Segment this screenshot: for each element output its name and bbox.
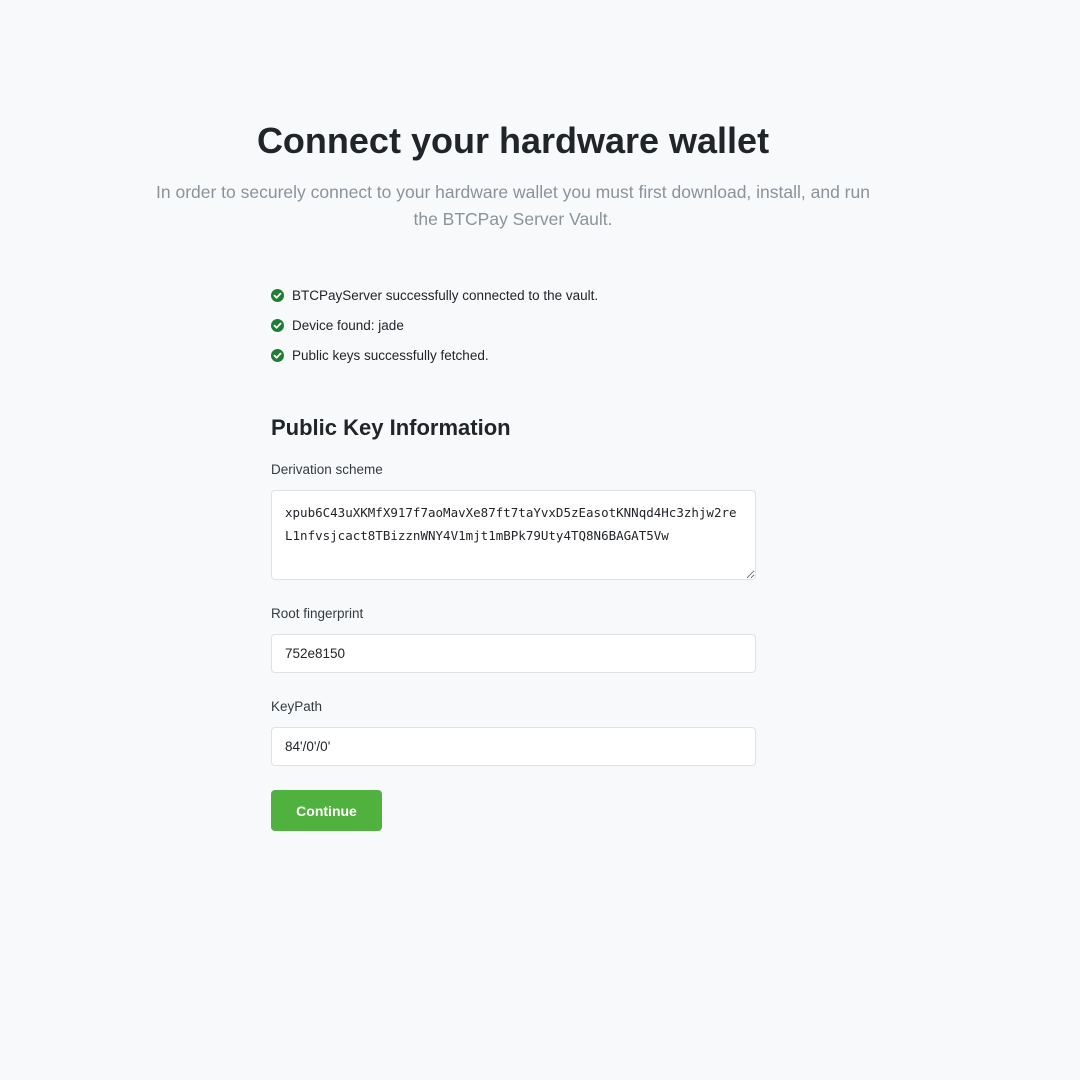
root-fingerprint-input[interactable]	[271, 634, 756, 673]
page-title: Connect your hardware wallet	[256, 120, 770, 161]
status-text: Public keys successfully fetched.	[292, 347, 489, 363]
root-fingerprint-label: Root fingerprint	[271, 606, 364, 621]
status-list: BTCPayServer successfully connected to t…	[271, 280, 756, 370]
status-item: Public keys successfully fetched.	[271, 340, 756, 370]
derivation-scheme-label: Derivation scheme	[271, 462, 383, 477]
keypath-input[interactable]	[271, 727, 756, 766]
main-content: BTCPayServer successfully connected to t…	[271, 280, 756, 831]
check-circle-icon	[271, 288, 284, 302]
page-subtitle: In order to securely connect to your har…	[156, 182, 870, 229]
status-text: BTCPayServer successfully connected to t…	[292, 287, 599, 303]
check-circle-icon	[271, 318, 284, 332]
status-item: Device found: jade	[271, 310, 756, 340]
check-circle-icon	[271, 348, 284, 362]
keypath-label: KeyPath	[271, 699, 323, 714]
status-text: Device found: jade	[292, 317, 404, 333]
derivation-scheme-textarea[interactable]: xpub6C43uXKMfX917f7aoMavXe87ft7taYvxD5zE…	[271, 490, 756, 580]
continue-button[interactable]: Continue	[271, 790, 382, 831]
status-item: BTCPayServer successfully connected to t…	[271, 280, 756, 310]
section-title: Public Key Information	[271, 415, 511, 440]
